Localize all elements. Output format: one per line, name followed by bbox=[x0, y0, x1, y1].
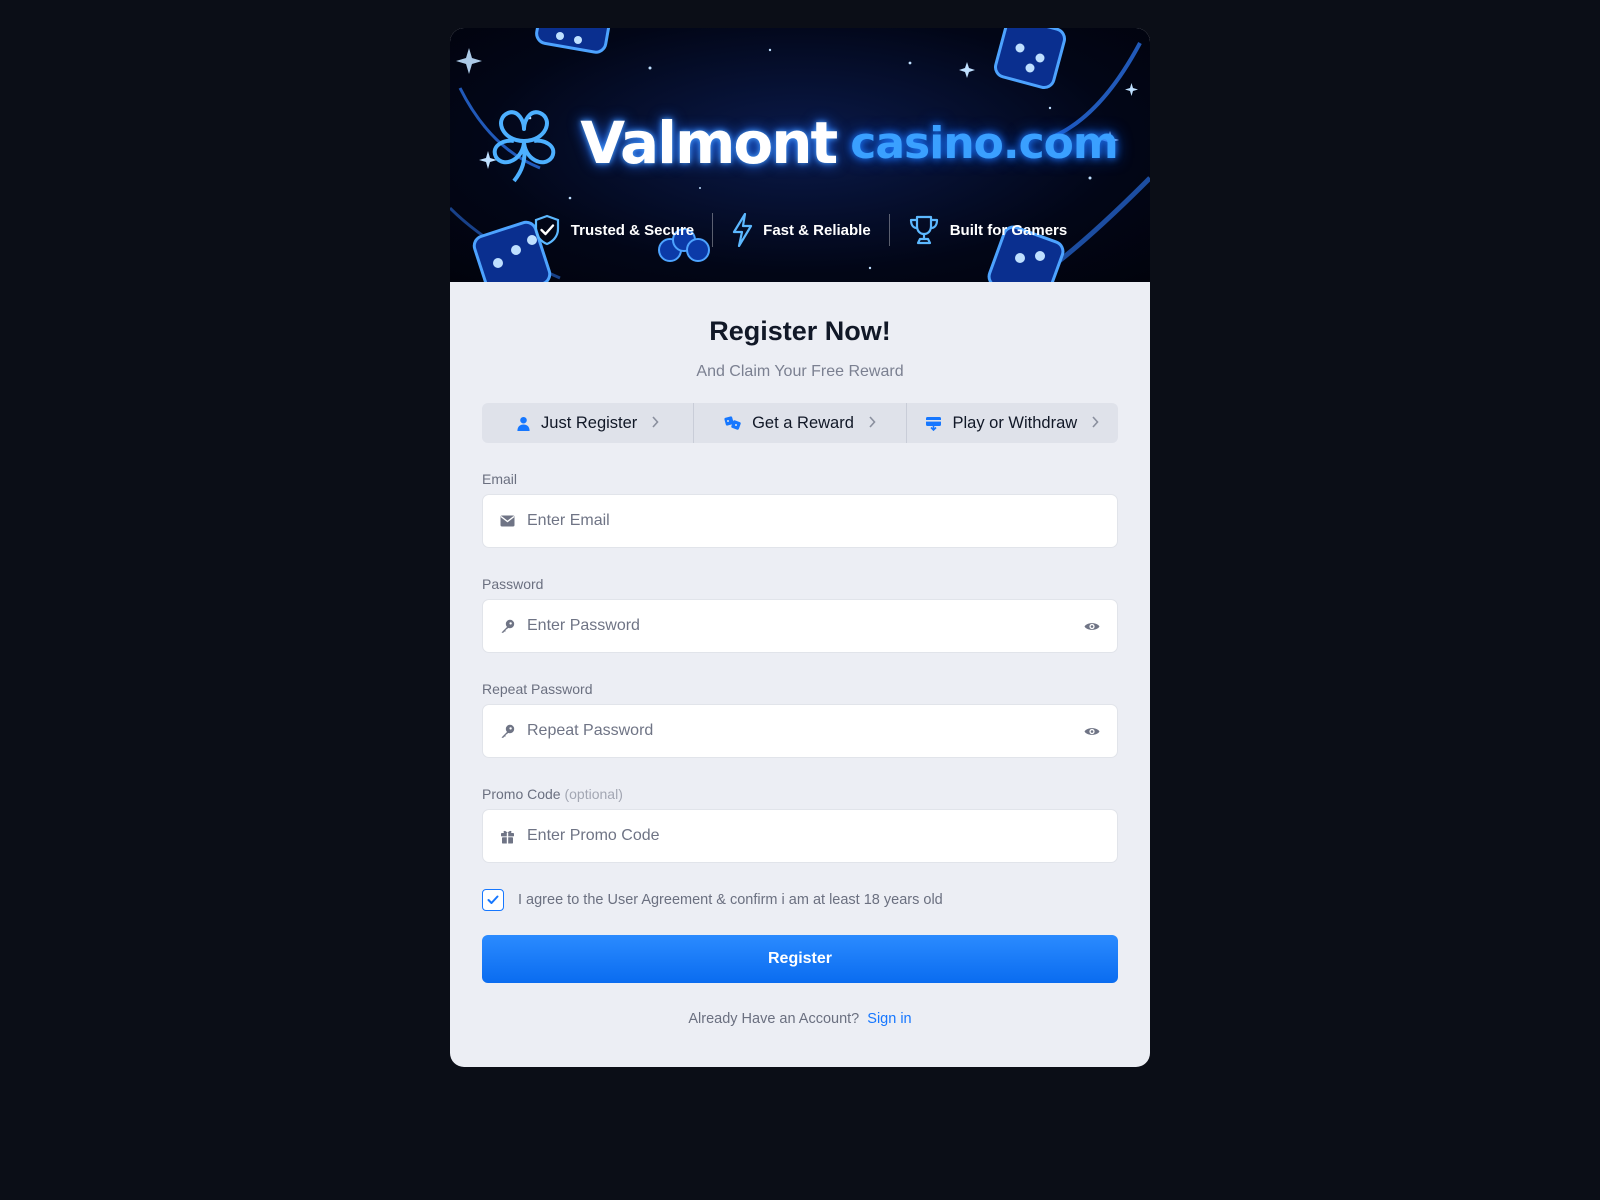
password-field-wrapper bbox=[482, 599, 1118, 653]
checkmark-icon bbox=[487, 895, 499, 904]
email-label: Email bbox=[482, 471, 518, 487]
envelope-icon bbox=[499, 513, 515, 529]
feature-trusted: Trusted & Secure bbox=[515, 214, 712, 246]
password-label: Password bbox=[482, 576, 544, 592]
promo-label: Promo Code (optional) bbox=[482, 786, 1118, 802]
promo-field-wrapper bbox=[482, 809, 1118, 863]
register-form: Register Now! And Claim Your Free Reward… bbox=[450, 316, 1150, 1027]
key-icon bbox=[499, 618, 515, 634]
feature-list: Trusted & Secure Fast & Reliable Built f… bbox=[450, 210, 1150, 250]
feature-gamers: Built for Gamers bbox=[888, 214, 1086, 246]
repeat-password-input[interactable] bbox=[527, 722, 1083, 740]
repeat-password-field-wrapper bbox=[482, 704, 1118, 758]
reward-icon bbox=[724, 416, 741, 430]
dice-icon bbox=[535, 28, 612, 54]
key-icon bbox=[499, 723, 515, 739]
feature-label: Built for Gamers bbox=[949, 221, 1068, 239]
sign-in-link[interactable]: Sign in bbox=[867, 1011, 911, 1027]
repeat-password-label: Repeat Password bbox=[482, 681, 593, 697]
step-indicator: Just Register Get a Reward Play or Withd… bbox=[482, 403, 1118, 443]
email-input[interactable] bbox=[527, 512, 1101, 530]
brand-logo: Valmont casino.com bbox=[450, 98, 1150, 188]
promo-code-input[interactable] bbox=[527, 827, 1101, 845]
step-label: Get a Reward bbox=[752, 413, 854, 432]
clover-icon bbox=[492, 110, 556, 183]
wallet-icon bbox=[926, 416, 942, 431]
agreement-row: I agree to the User Agreement & confirm … bbox=[482, 889, 1118, 911]
brand-accent-text: casino.com bbox=[850, 117, 1118, 169]
feature-label: Trusted & Secure bbox=[570, 221, 695, 239]
signin-prompt: Already Have an Account? bbox=[688, 1011, 860, 1027]
register-button[interactable]: Register bbox=[482, 935, 1118, 983]
chevron-right-icon bbox=[868, 415, 876, 431]
step-just-register[interactable]: Just Register bbox=[482, 403, 693, 443]
password-input[interactable] bbox=[527, 617, 1083, 635]
feature-fast: Fast & Reliable bbox=[712, 213, 889, 247]
lightning-icon bbox=[733, 213, 753, 247]
eye-icon[interactable] bbox=[1083, 617, 1101, 635]
shield-check-icon bbox=[534, 214, 559, 246]
agreement-text: I agree to the User Agreement & confirm … bbox=[518, 892, 943, 908]
chevron-right-icon bbox=[651, 415, 659, 431]
promo-label-text: Promo Code bbox=[482, 786, 561, 802]
step-play-withdraw[interactable]: Play or Withdraw bbox=[905, 403, 1118, 443]
dice-icon bbox=[994, 28, 1066, 89]
register-card: Valmont casino.com Trusted & Secure Fast… bbox=[450, 28, 1150, 1067]
email-field-wrapper bbox=[482, 494, 1118, 548]
user-icon bbox=[517, 416, 530, 431]
agree-checkbox[interactable] bbox=[482, 889, 504, 911]
trophy-icon bbox=[909, 215, 938, 245]
eye-icon[interactable] bbox=[1083, 722, 1101, 740]
gift-icon bbox=[499, 828, 515, 844]
page-title: Register Now! bbox=[709, 316, 891, 346]
step-label: Play or Withdraw bbox=[952, 413, 1078, 432]
chevron-right-icon bbox=[1091, 415, 1099, 431]
casino-banner: Valmont casino.com Trusted & Secure Fast… bbox=[450, 28, 1150, 282]
signin-row: Already Have an Account? Sign in bbox=[482, 1011, 1118, 1027]
page-subtitle: And Claim Your Free Reward bbox=[696, 363, 904, 380]
brand-main-text: Valmont bbox=[580, 109, 838, 177]
promo-optional-text: (optional) bbox=[564, 786, 623, 802]
feature-label: Fast & Reliable bbox=[763, 221, 871, 239]
step-get-reward[interactable]: Get a Reward bbox=[693, 403, 905, 443]
step-label: Just Register bbox=[541, 413, 638, 432]
